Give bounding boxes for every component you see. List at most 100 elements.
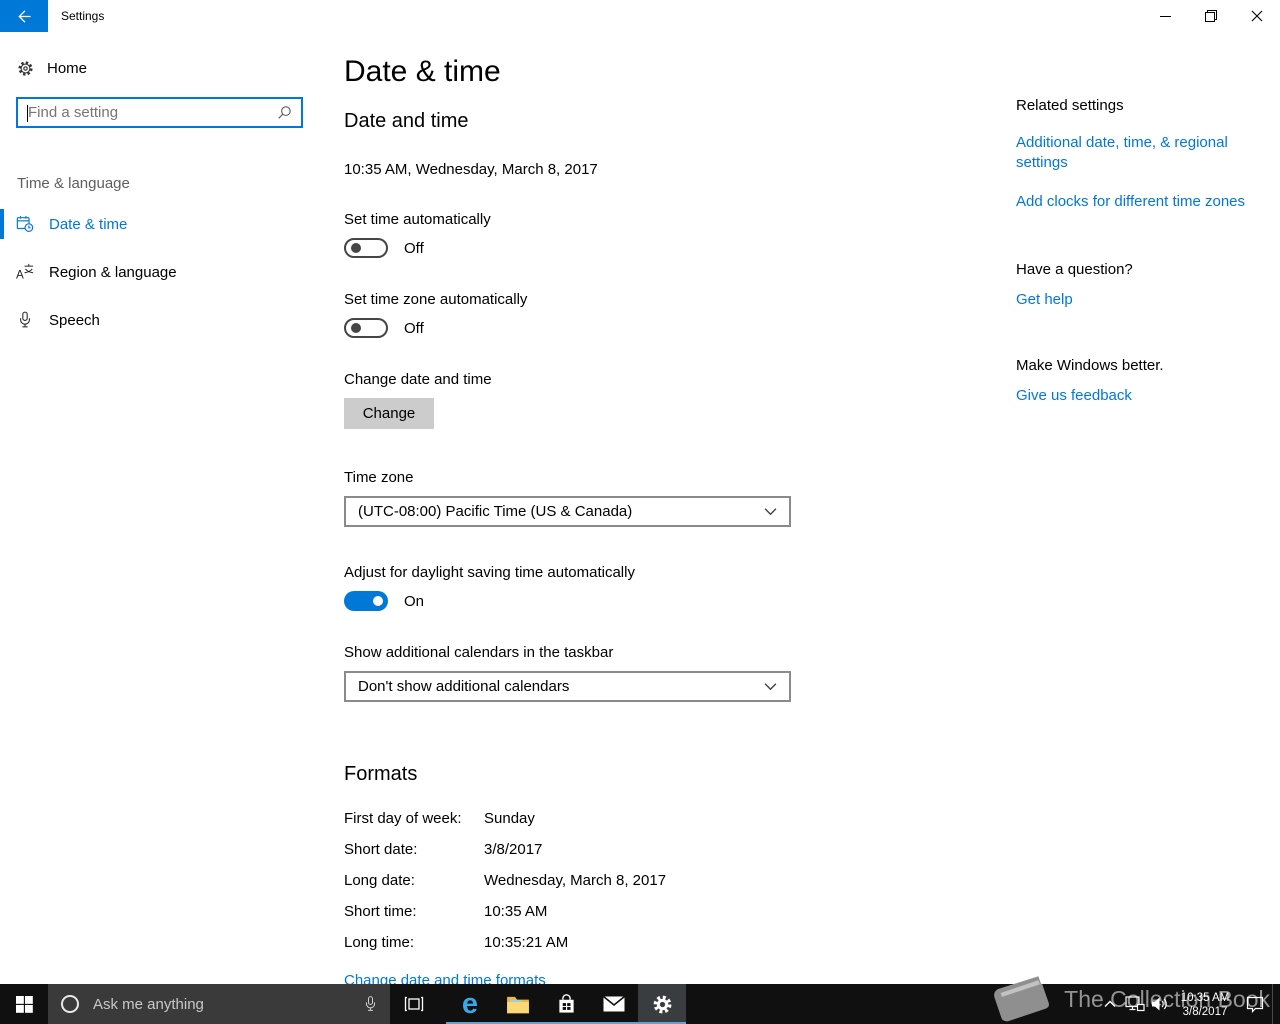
network-tray-button[interactable]: [1122, 984, 1147, 1024]
search-input[interactable]: [18, 104, 277, 121]
format-label: Short date:: [344, 841, 418, 858]
timezone-label: Time zone: [344, 469, 414, 486]
settings-taskbar-button[interactable]: [638, 984, 686, 1024]
get-help-link[interactable]: Get help: [1016, 291, 1073, 308]
close-button[interactable]: [1234, 0, 1280, 32]
current-datetime-text: 10:35 AM, Wednesday, March 8, 2017: [344, 161, 598, 178]
taskbar-app-icons: e: [446, 984, 686, 1024]
sidebar-item-label: Region & language: [49, 263, 177, 281]
format-row: Long time: 10:35:21 AM: [344, 933, 796, 952]
svg-text:A: A: [16, 268, 24, 281]
cortana-placeholder: Ask me anything: [93, 995, 204, 1013]
toggle-knob: [373, 596, 383, 606]
formats-table: First day of week: Sunday Short date: 3/…: [344, 809, 796, 952]
chevron-down-icon: [764, 508, 777, 516]
format-row: Short time: 10:35 AM: [344, 902, 796, 921]
toggle-knob: [351, 323, 361, 333]
set-timezone-automatically-label: Set time zone automatically: [344, 291, 528, 308]
minimize-button[interactable]: [1142, 0, 1188, 32]
sidebar-group-label: Time & language: [17, 175, 130, 192]
have-a-question-heading: Have a question?: [1016, 261, 1133, 278]
back-button[interactable]: [0, 0, 48, 32]
clock-tray-button[interactable]: 10:35 AM 3/8/2017: [1172, 990, 1238, 1019]
format-value: Wednesday, March 8, 2017: [484, 872, 667, 889]
format-label: First day of week:: [344, 810, 462, 827]
dst-toggle[interactable]: [344, 591, 388, 611]
edge-button[interactable]: e: [446, 984, 494, 1024]
additional-calendars-label: Show additional calendars in the taskbar: [344, 644, 614, 661]
change-date-time-label: Change date and time: [344, 371, 492, 388]
toggle-knob: [351, 243, 361, 253]
set-timezone-automatically-state: Off: [404, 319, 424, 337]
mail-button[interactable]: [590, 984, 638, 1024]
task-view-button[interactable]: [390, 984, 438, 1024]
cortana-icon: [61, 995, 79, 1013]
calendar-clock-icon: [16, 215, 34, 233]
gear-icon: [653, 995, 671, 1013]
mail-icon: [603, 996, 625, 1012]
additional-regional-settings-link[interactable]: Additional date, time, & regional settin…: [1016, 133, 1240, 173]
sidebar-item-region-language[interactable]: A Region & language: [0, 254, 332, 290]
timezone-selected-value: (UTC-08:00) Pacific Time (US & Canada): [358, 503, 633, 520]
task-view-icon: [404, 996, 424, 1012]
folder-icon: [507, 996, 529, 1014]
formats-heading: Formats: [344, 763, 418, 785]
tray-date: 3/8/2017: [1182, 1005, 1228, 1018]
region-language-icon: A: [16, 263, 34, 281]
system-tray: 10:35 AM 3/8/2017: [1097, 984, 1280, 1024]
tray-expand-button[interactable]: [1097, 984, 1122, 1024]
sidebar-item-label: Speech: [49, 311, 100, 329]
format-value: 10:35 AM: [484, 903, 548, 920]
file-explorer-button[interactable]: [494, 984, 542, 1024]
sidebar-item-date-time[interactable]: Date & time: [0, 206, 332, 242]
dst-label: Adjust for daylight saving time automati…: [344, 564, 635, 581]
windows-logo-icon: [15, 995, 33, 1013]
restore-icon: [1205, 10, 1217, 22]
format-value: 3/8/2017: [484, 841, 543, 858]
format-row: First day of week: Sunday: [344, 809, 796, 828]
show-desktop-button[interactable]: [1272, 984, 1280, 1024]
tray-time: 10:35 AM: [1180, 991, 1230, 1004]
additional-calendars-dropdown[interactable]: Don't show additional calendars: [344, 671, 791, 702]
set-timezone-automatically-toggle[interactable]: [344, 318, 388, 338]
make-windows-better-heading: Make Windows better.: [1016, 357, 1164, 374]
cortana-search-box[interactable]: Ask me anything: [48, 984, 390, 1024]
format-row: Long date: Wednesday, March 8, 2017: [344, 871, 796, 890]
add-clocks-link[interactable]: Add clocks for different time zones: [1016, 192, 1245, 212]
format-value: Sunday: [484, 810, 535, 827]
sidebar-item-speech[interactable]: Speech: [0, 302, 332, 338]
chevron-down-icon: [764, 683, 777, 691]
sidebar-nav: Date & time A Region & language Speech: [0, 206, 332, 338]
action-center-button[interactable]: [1238, 984, 1272, 1024]
timezone-dropdown[interactable]: (UTC-08:00) Pacific Time (US & Canada): [344, 496, 791, 527]
start-button[interactable]: [0, 984, 48, 1024]
text-caret: [27, 105, 28, 122]
network-icon: [1124, 995, 1145, 1011]
format-value: 10:35:21 AM: [484, 934, 569, 951]
dst-state: On: [404, 592, 425, 610]
change-button[interactable]: Change: [344, 398, 434, 429]
back-arrow-icon: [17, 9, 31, 23]
set-time-automatically-toggle[interactable]: [344, 238, 388, 258]
taskbar-spacer: [686, 984, 1097, 1024]
microphone-icon: [16, 311, 34, 329]
related-settings-heading: Related settings: [1016, 97, 1124, 114]
microphone-icon[interactable]: [364, 995, 377, 1013]
sidebar-item-home[interactable]: Home: [17, 60, 332, 77]
action-center-icon: [1246, 996, 1264, 1013]
format-label: Short time:: [344, 903, 417, 920]
format-label: Long date:: [344, 872, 415, 889]
find-a-setting-search[interactable]: [16, 97, 303, 128]
give-feedback-link[interactable]: Give us feedback: [1016, 387, 1132, 404]
store-button[interactable]: [542, 984, 590, 1024]
volume-tray-button[interactable]: [1147, 984, 1172, 1024]
sidebar-item-label: Date & time: [49, 215, 128, 233]
set-time-automatically-state: Off: [404, 239, 424, 257]
page-title: Date & time: [344, 55, 501, 88]
settings-sidebar: Home Time & language Date & time: [0, 32, 332, 984]
minimize-icon: [1159, 15, 1171, 17]
restore-button[interactable]: [1188, 0, 1234, 32]
main-content: Date & time Date and time 10:35 AM, Wedn…: [344, 32, 796, 990]
close-icon: [1251, 10, 1263, 22]
search-icon[interactable]: [277, 105, 292, 120]
